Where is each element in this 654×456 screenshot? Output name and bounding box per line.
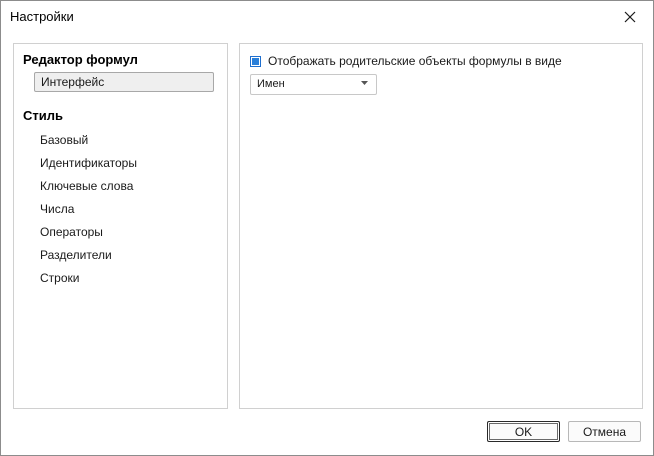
close-icon xyxy=(624,11,636,22)
nav-item-keywords[interactable]: Ключевые слова xyxy=(40,179,133,193)
section-heading-formula-editor: Редактор формул xyxy=(23,52,138,67)
cancel-button[interactable]: Отмена xyxy=(568,421,641,442)
settings-navigation: Редактор формул Интерфейс Стиль Базовый … xyxy=(13,43,228,409)
display-mode-select[interactable]: Имен xyxy=(250,74,377,95)
nav-item-identifiers[interactable]: Идентификаторы xyxy=(40,156,137,170)
nav-item-base[interactable]: Базовый xyxy=(40,133,88,147)
chevron-down-icon xyxy=(361,81,368,85)
dialog-title: Настройки xyxy=(10,9,74,24)
nav-item-numbers[interactable]: Числа xyxy=(40,202,74,216)
nav-item-strings[interactable]: Строки xyxy=(40,271,79,285)
title-bar: Настройки xyxy=(1,1,653,32)
display-mode-value: Имен xyxy=(257,78,285,90)
show-parent-objects-checkbox[interactable] xyxy=(250,55,261,67)
settings-panel: Отображать родительские объекты формулы … xyxy=(239,43,643,409)
dialog-content: Редактор формул Интерфейс Стиль Базовый … xyxy=(1,32,653,455)
settings-dialog: Настройки Редактор формул Интерфейс Стил… xyxy=(0,0,654,456)
show-parent-objects-checkbox-row[interactable]: Отображать родительские объекты формулы … xyxy=(250,54,562,68)
close-button[interactable] xyxy=(607,1,653,32)
nav-item-operators[interactable]: Операторы xyxy=(40,225,103,239)
ok-button[interactable]: OK xyxy=(487,421,560,442)
nav-item-interface[interactable]: Интерфейс xyxy=(34,72,214,92)
nav-item-separators[interactable]: Разделители xyxy=(40,248,112,262)
checkbox-check-mark xyxy=(252,57,259,65)
show-parent-objects-label: Отображать родительские объекты формулы … xyxy=(268,54,562,68)
section-heading-style: Стиль xyxy=(23,108,63,123)
